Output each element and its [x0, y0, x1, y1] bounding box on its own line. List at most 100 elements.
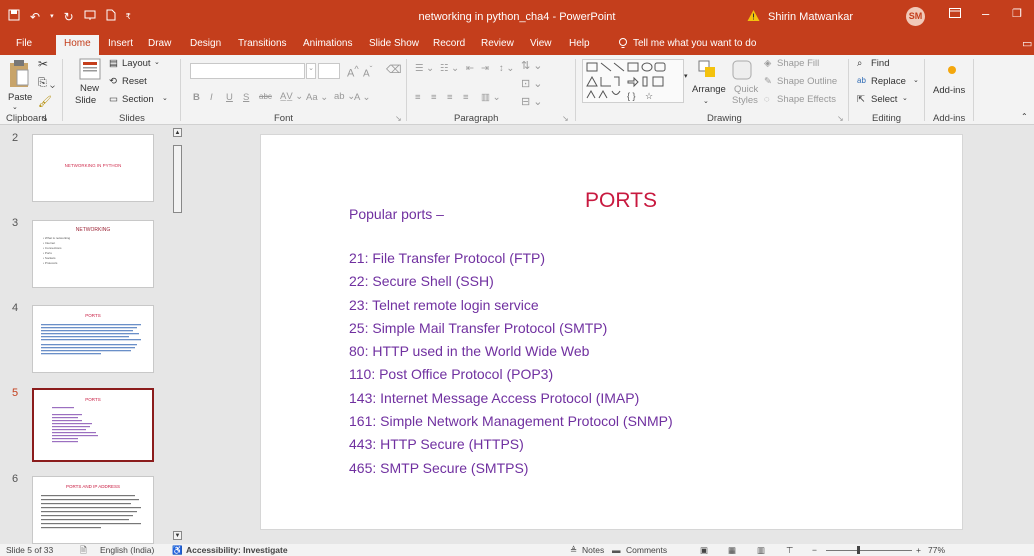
shape-effects-button[interactable]: Shape Effects	[777, 94, 836, 105]
quick-styles-button[interactable]: Quick	[734, 84, 758, 95]
copy-icon[interactable]: ⎘ ⌄	[38, 77, 55, 90]
change-case-icon[interactable]: Aa ⌄	[306, 92, 328, 103]
tab-slide-show[interactable]: Slide Show	[369, 38, 419, 49]
arrange-button[interactable]: Arrange	[692, 84, 726, 95]
warning-icon[interactable]	[747, 9, 760, 22]
columns-icon[interactable]: ▥ ⌄	[481, 92, 501, 103]
language-indicator[interactable]: English (India)	[100, 545, 154, 555]
section-icon[interactable]: ▭	[109, 94, 118, 105]
port-list[interactable]: 21: File Transfer Protocol (FTP) 22: Sec…	[349, 247, 673, 480]
tab-draw[interactable]: Draw	[148, 38, 171, 49]
character-spacing-icon[interactable]: A̲V̲ ⌄	[280, 91, 303, 102]
format-painter-icon[interactable]: 🖌	[38, 95, 52, 108]
thumbnail-scrollbar[interactable]: ▲ ▼	[172, 126, 182, 544]
tab-file[interactable]: File	[16, 38, 32, 49]
restore-icon[interactable]: ❐	[1012, 7, 1022, 20]
shape-effects-icon[interactable]: ◌	[764, 94, 770, 105]
align-right-icon[interactable]: ≡	[447, 92, 453, 103]
shape-fill-button[interactable]: Shape Fill	[777, 58, 819, 69]
layout-button[interactable]: Layout	[122, 58, 151, 69]
arrange-icon[interactable]	[697, 59, 719, 79]
comments-icon[interactable]: ▭	[1022, 37, 1032, 50]
slide-canvas[interactable]: PORTS Popular ports – 21: File Transfer …	[260, 134, 963, 530]
paste-button[interactable]: Paste	[8, 92, 32, 103]
notes-button[interactable]: Notes	[582, 545, 604, 555]
increase-font-icon[interactable]: A^	[347, 64, 359, 80]
paragraph-launcher-icon[interactable]: ↘	[562, 114, 569, 123]
new-slide-icon[interactable]	[79, 58, 101, 80]
paste-dropdown-icon[interactable]: ⌄	[12, 103, 18, 111]
tab-animations[interactable]: Animations	[303, 38, 352, 49]
collapse-ribbon-icon[interactable]: ⌃	[1021, 112, 1028, 121]
comments-button[interactable]: Comments	[626, 545, 667, 555]
section-button[interactable]: Section	[122, 94, 154, 105]
reset-icon[interactable]: ⟲	[109, 76, 117, 87]
tab-review[interactable]: Review	[481, 38, 514, 49]
zoom-level[interactable]: 77%	[928, 545, 945, 555]
shapes-gallery[interactable]: { } ☆	[582, 59, 684, 103]
clear-formatting-icon[interactable]: ⌫	[386, 63, 402, 76]
layout-icon[interactable]: ▤	[109, 58, 118, 69]
slide-thumbnail-2[interactable]: NETWORKING IN PYTHON	[32, 134, 154, 202]
tab-design[interactable]: Design	[190, 38, 221, 49]
tell-me-search[interactable]: Tell me what you want to do	[633, 38, 756, 49]
bullets-icon[interactable]: ☰ ⌄	[415, 63, 434, 74]
new-slide-button[interactable]: New	[80, 83, 99, 94]
tab-view[interactable]: View	[530, 38, 552, 49]
underline-icon[interactable]: U	[226, 92, 233, 103]
font-launcher-icon[interactable]: ↘	[395, 114, 402, 123]
select-button[interactable]: Select	[871, 94, 897, 105]
align-text-icon[interactable]: ⊡ ⌄	[521, 77, 543, 90]
slide-title[interactable]: PORTS	[585, 189, 657, 213]
quick-styles-label-2[interactable]: Styles	[732, 95, 758, 106]
zoom-out-icon[interactable]: −	[812, 545, 817, 555]
tab-insert[interactable]: Insert	[108, 38, 133, 49]
line-spacing-icon[interactable]: ↕ ⌄	[499, 63, 514, 74]
add-ins-button[interactable]: Add-ins	[933, 85, 965, 96]
reading-view-icon[interactable]: ▥	[757, 545, 765, 556]
user-name[interactable]: Shirin Matwankar	[768, 11, 853, 23]
slideshow-view-icon[interactable]: ⊤	[786, 545, 793, 556]
font-size-combo[interactable]	[318, 63, 340, 79]
ribbon-display-options-icon[interactable]	[949, 6, 961, 21]
italic-icon[interactable]: I	[210, 92, 213, 103]
shape-outline-icon[interactable]: ✎	[764, 76, 772, 87]
tab-help[interactable]: Help	[569, 38, 590, 49]
font-color-icon[interactable]: A ⌄	[354, 92, 370, 103]
tab-transitions[interactable]: Transitions	[238, 38, 287, 49]
highlight-icon[interactable]: ab ⌄	[334, 91, 355, 102]
bold-icon[interactable]: B	[193, 92, 200, 103]
drawing-launcher-icon[interactable]: ↘	[837, 114, 844, 123]
zoom-slider[interactable]	[826, 550, 912, 551]
slide-subtitle[interactable]: Popular ports –	[349, 206, 444, 222]
shape-outline-button[interactable]: Shape Outline	[777, 76, 837, 87]
find-icon[interactable]: ⌕	[857, 58, 862, 69]
font-name-dropdown-icon[interactable]: ⌄	[306, 63, 316, 79]
font-name-combo[interactable]	[190, 63, 305, 79]
numbering-icon[interactable]: ☷ ⌄	[440, 63, 459, 74]
normal-view-icon[interactable]: ▣	[700, 545, 708, 556]
slide-sorter-icon[interactable]: ▦	[728, 545, 736, 556]
increase-indent-icon[interactable]: ⇥	[481, 63, 489, 74]
cut-icon[interactable]: ✂	[38, 57, 48, 71]
zoom-in-icon[interactable]: +	[916, 545, 921, 555]
add-ins-icon[interactable]	[947, 65, 957, 75]
slide-thumbnail-4[interactable]: PORTS	[32, 305, 154, 373]
clipboard-launcher-icon[interactable]: ↘	[41, 114, 48, 123]
replace-icon[interactable]: ab	[857, 76, 866, 85]
shadow-icon[interactable]: S	[243, 92, 249, 103]
slide-thumbnail-5[interactable]: PORTS	[32, 388, 154, 462]
slide-counter[interactable]: Slide 5 of 33	[6, 545, 53, 555]
tab-record[interactable]: Record	[433, 38, 465, 49]
paste-icon[interactable]	[8, 58, 30, 88]
scrollbar-thumb[interactable]	[173, 145, 182, 213]
tab-home[interactable]: Home	[56, 35, 99, 55]
shapes-more-icon[interactable]: ▾	[684, 72, 688, 80]
strikethrough-icon[interactable]: abc	[259, 92, 272, 101]
smartart-icon[interactable]: ⊟ ⌄	[521, 95, 543, 108]
notes-icon[interactable]: ≜	[570, 545, 577, 556]
comments-status-icon[interactable]: ▬	[612, 545, 621, 555]
accessibility-status[interactable]: Accessibility: Investigate	[186, 545, 288, 555]
text-direction-icon[interactable]: ⇅ ⌄	[521, 59, 543, 72]
spell-check-icon[interactable]: 🗎	[80, 545, 87, 556]
